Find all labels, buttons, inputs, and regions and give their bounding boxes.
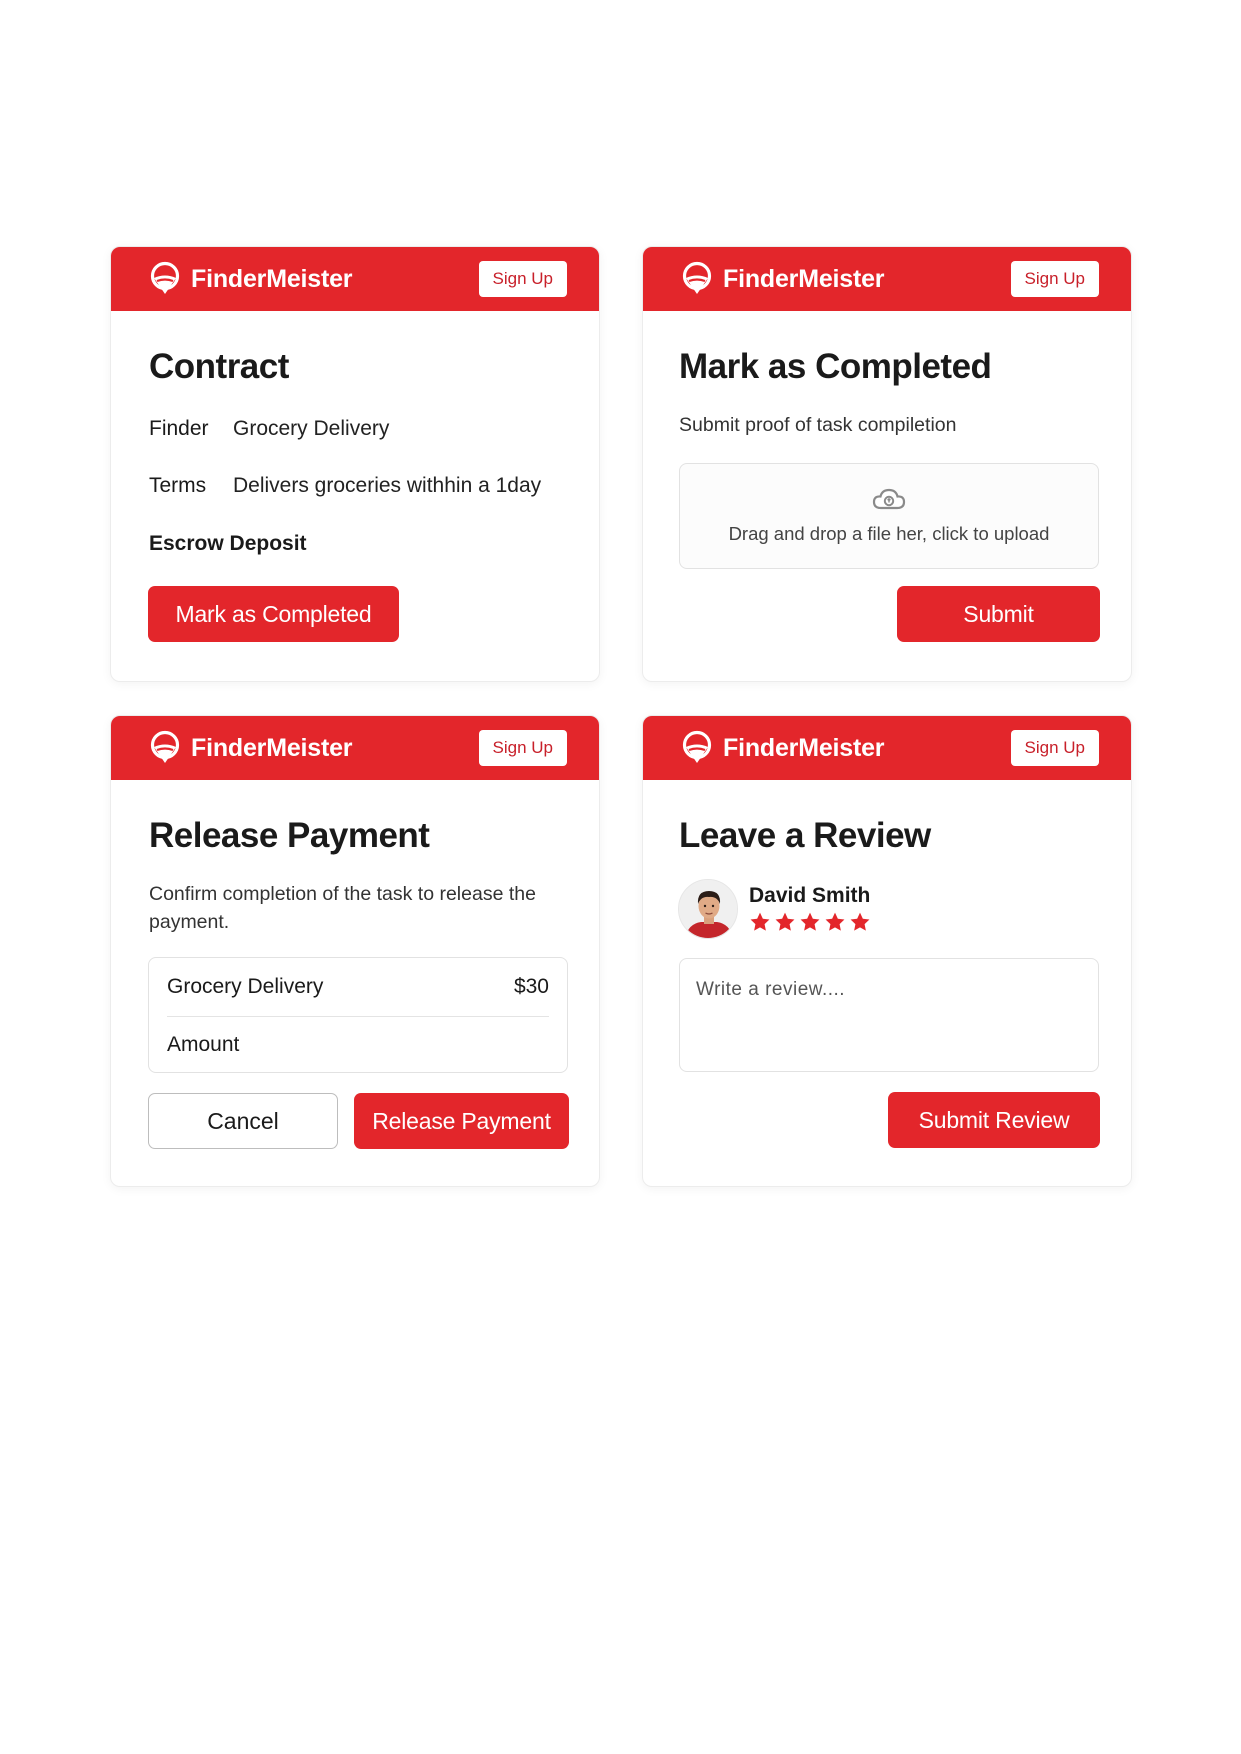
star-icon[interactable] [799, 911, 821, 933]
mark-as-completed-button[interactable]: Mark as Completed [148, 586, 399, 642]
star-icon[interactable] [849, 911, 871, 933]
avatar [678, 879, 738, 939]
finder-label: Finder [149, 417, 209, 440]
page-title: Contract [149, 347, 289, 386]
escrow-deposit-label: Escrow Deposit [149, 532, 307, 555]
sign-up-button[interactable]: Sign Up [1010, 730, 1099, 766]
contract-card: FinderMeister Sign Up Contract Finder Gr… [110, 246, 600, 682]
release-payment-button[interactable]: Release Payment [354, 1093, 569, 1149]
reviewer-name: David Smith [749, 884, 871, 907]
sign-up-button[interactable]: Sign Up [478, 261, 567, 297]
card-header: FinderMeister Sign Up [111, 716, 599, 780]
sign-up-button[interactable]: Sign Up [478, 730, 567, 766]
finder-row: Finder Grocery Delivery [149, 418, 389, 439]
summary-item-label: Grocery Delivery [167, 975, 324, 998]
submit-review-button[interactable]: Submit Review [888, 1092, 1100, 1148]
card-header: FinderMeister Sign Up [643, 716, 1131, 780]
brand[interactable]: FinderMeister [149, 730, 353, 766]
brand-name: FinderMeister [191, 733, 353, 762]
summary-amount-label: Amount [167, 1033, 240, 1056]
finder-value: Grocery Delivery [233, 417, 390, 440]
release-payment-card: FinderMeister Sign Up Release Payment Co… [110, 715, 600, 1187]
upload-cloud-icon [872, 488, 906, 510]
findermeister-logo-icon [681, 730, 713, 766]
star-icon[interactable] [824, 911, 846, 933]
brand[interactable]: FinderMeister [149, 261, 353, 297]
findermeister-logo-icon [149, 261, 181, 297]
brand-name: FinderMeister [723, 733, 885, 762]
summary-amount-row: Amount [149, 1017, 567, 1073]
summary-item-price: $30 [513, 975, 549, 998]
star-icon[interactable] [749, 911, 771, 933]
dropzone-text: Drag and drop a file her, click to uploa… [728, 523, 1050, 544]
card-header: FinderMeister Sign Up [643, 247, 1131, 311]
page-title: Leave a Review [679, 816, 931, 855]
star-icon[interactable] [774, 911, 796, 933]
terms-label: Terms [149, 474, 207, 497]
terms-row: Terms Delivers groceries withhin a 1day [149, 475, 541, 496]
page-subtitle: Confirm completion of the task to releas… [149, 883, 536, 934]
findermeister-logo-icon [149, 730, 181, 766]
sign-up-button[interactable]: Sign Up [1010, 261, 1099, 297]
page-subtitle: Submit proof of task compiletion [679, 414, 957, 436]
file-dropzone[interactable]: Drag and drop a file her, click to uploa… [679, 463, 1099, 569]
payment-summary: Grocery Delivery $30 Amount [148, 957, 568, 1073]
page-title: Release Payment [149, 816, 430, 855]
mark-completed-card: FinderMeister Sign Up Mark as Completed … [642, 246, 1132, 682]
review-textarea[interactable] [679, 958, 1099, 1072]
findermeister-logo-icon [681, 261, 713, 297]
cancel-button[interactable]: Cancel [148, 1093, 338, 1149]
brand-name: FinderMeister [723, 264, 885, 293]
card-header: FinderMeister Sign Up [111, 247, 599, 311]
submit-button[interactable]: Submit [897, 586, 1100, 642]
star-rating[interactable] [749, 911, 871, 933]
brand-name: FinderMeister [191, 264, 353, 293]
brand[interactable]: FinderMeister [681, 730, 885, 766]
leave-review-card: FinderMeister Sign Up Leave a Review Dav… [642, 715, 1132, 1187]
summary-item-row: Grocery Delivery $30 [149, 958, 567, 1016]
terms-value: Delivers groceries withhin a 1day [233, 474, 542, 497]
brand[interactable]: FinderMeister [681, 261, 885, 297]
page-title: Mark as Completed [679, 347, 992, 386]
reviewer-avatar-image [679, 880, 737, 938]
